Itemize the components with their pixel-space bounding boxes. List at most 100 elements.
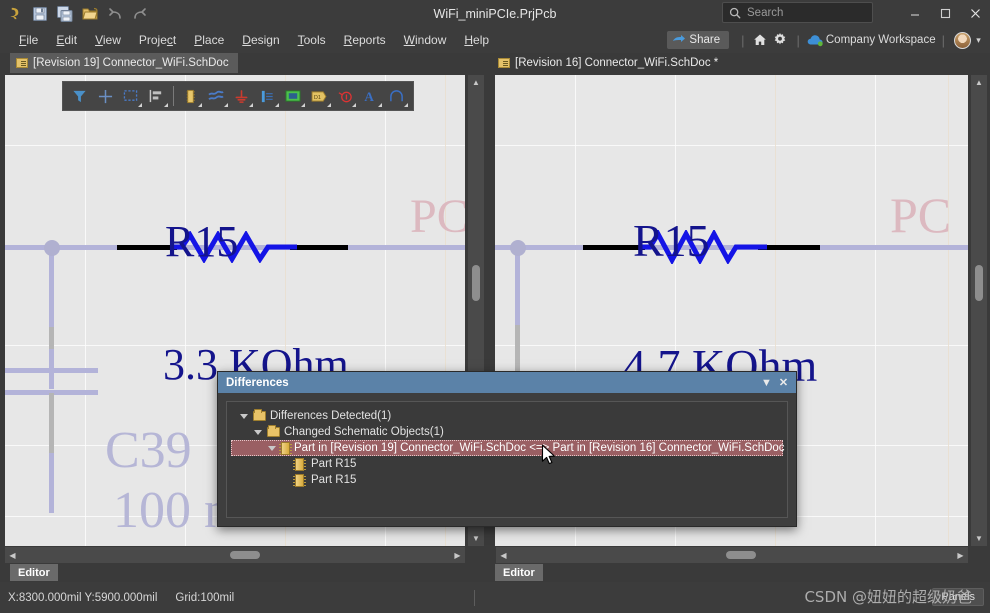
tab-revision-16[interactable]: [Revision 16] Connector_WiFi.SchDoc * [492, 53, 728, 73]
top-right-toolbar: Share | | Company Workspace | ▾ [667, 27, 986, 53]
tree-node-differences-detected[interactable]: Differences Detected(1) [231, 408, 783, 424]
menu-reports[interactable]: Reports [335, 30, 395, 50]
editor-tab-right[interactable]: Editor [495, 564, 543, 581]
scroll-up-button[interactable]: ▲ [468, 75, 484, 90]
minimize-button[interactable] [900, 0, 930, 27]
undo-icon[interactable] [105, 4, 125, 24]
search-input[interactable]: Search [722, 2, 873, 23]
menu-place[interactable]: Place [185, 30, 233, 50]
svg-text:A: A [365, 89, 375, 104]
vertical-scroll-thumb[interactable] [975, 265, 983, 301]
avatar[interactable] [954, 31, 971, 49]
folder-icon [253, 409, 266, 421]
maximize-button[interactable] [930, 0, 960, 27]
place-gnd-power-icon[interactable] [230, 83, 255, 109]
place-arc-icon[interactable] [384, 83, 409, 109]
close-icon[interactable]: ✕ [775, 374, 792, 391]
part-designator-right: R15 [633, 215, 710, 266]
scroll-up-button[interactable]: ▲ [971, 75, 987, 90]
panels-button[interactable]: Panels [932, 588, 984, 606]
schematic-doc-icon [16, 58, 28, 68]
expand-twisty-icon[interactable] [267, 443, 277, 453]
menu-view[interactable]: View [86, 30, 130, 50]
place-part-icon[interactable] [178, 83, 203, 109]
close-button[interactable] [960, 0, 990, 27]
expand-twisty-icon[interactable] [239, 411, 249, 421]
tree-node-label: Part in [Revision 19] Connector_WiFi.Sch… [294, 442, 785, 454]
cloud-icon[interactable] [806, 30, 826, 50]
place-port-icon[interactable] [255, 83, 280, 109]
vertical-scroll-thumb[interactable] [472, 265, 480, 301]
menu-edit[interactable]: Edit [47, 30, 86, 50]
collapse-icon[interactable]: ▼ [758, 374, 775, 391]
tree-node-part-r15-b[interactable]: Part R15 [231, 472, 783, 488]
editor-tab-left[interactable]: Editor [10, 564, 58, 581]
wire-vertical [49, 247, 54, 327]
expand-twisty-icon[interactable] [253, 427, 263, 437]
schematic-toolbar-left: D1 A [62, 81, 414, 111]
divider: | [741, 32, 745, 48]
crosshair-icon[interactable] [93, 83, 118, 109]
scroll-down-button[interactable]: ▼ [971, 531, 987, 546]
scroll-down-button[interactable]: ▼ [468, 531, 484, 546]
differences-dialog-titlebar[interactable]: Differences ▼ ✕ [218, 372, 796, 393]
menu-tools[interactable]: Tools [289, 30, 335, 50]
place-text-icon[interactable]: A [358, 83, 383, 109]
tree-node-changed-schematic-objects[interactable]: Changed Schematic Objects(1) [231, 424, 783, 440]
toolbar-divider [173, 86, 175, 106]
open-project-icon[interactable] [80, 4, 100, 24]
share-button[interactable]: Share [667, 31, 730, 49]
save-icon[interactable] [30, 4, 50, 24]
wire-vertical [515, 247, 520, 325]
place-no-erc-icon[interactable] [333, 83, 358, 109]
filter-icon[interactable] [67, 83, 92, 109]
differences-tree-panel[interactable]: Differences Detected(1) Changed Schemati… [226, 401, 788, 518]
cap-designator-left: C39 [105, 422, 192, 479]
svg-text:D1: D1 [314, 94, 321, 100]
menu-file[interactable]: File [10, 30, 47, 50]
altium-designer-window: WiFi_miniPCIe.PrjPcb Search File Edit Vi… [0, 0, 990, 613]
coordinates-readout: X:8300.000mil Y:5900.000mil [8, 591, 158, 604]
quick-access-toolbar [0, 4, 150, 24]
menu-window[interactable]: Window [395, 30, 456, 50]
divider: | [941, 32, 945, 48]
horizontal-scroll-thumb[interactable] [230, 551, 260, 559]
schematic-doc-icon [498, 58, 510, 68]
cap-value-left: 100 n [113, 482, 230, 539]
save-all-icon[interactable] [55, 4, 75, 24]
place-wire-icon[interactable] [204, 83, 229, 109]
menu-design[interactable]: Design [233, 30, 288, 50]
tab-label: [Revision 19] Connector_WiFi.SchDoc [33, 57, 229, 69]
horizontal-scroll-thumb[interactable] [726, 551, 756, 559]
scroll-left-button[interactable]: ◀ [5, 547, 20, 563]
gear-icon[interactable] [770, 30, 790, 50]
tree-node-part-comparison[interactable]: Part in [Revision 19] Connector_WiFi.Sch… [231, 440, 785, 456]
share-arrow-icon [673, 35, 686, 42]
home-icon[interactable] [750, 30, 770, 50]
menu-project[interactable]: Project [130, 30, 185, 50]
scroll-left-button[interactable]: ◀ [496, 547, 511, 563]
chevron-down-icon[interactable]: ▾ [971, 30, 986, 50]
redo-icon[interactable] [130, 4, 150, 24]
tab-revision-19[interactable]: [Revision 19] Connector_WiFi.SchDoc [10, 53, 238, 73]
horizontal-scrollbar-left[interactable]: ◀ ▶ [5, 547, 465, 563]
differences-dialog-title: Differences [226, 376, 289, 389]
tree-node-label: Changed Schematic Objects(1) [284, 426, 444, 438]
tree-node-part-r15-a[interactable]: Part R15 [231, 456, 783, 472]
cap-plate-top [5, 368, 98, 373]
differences-dialog: Differences ▼ ✕ Differences Detected(1) … [217, 371, 797, 527]
horizontal-scrollbar-right[interactable]: ◀ ▶ [496, 547, 968, 563]
wire-vertical-grey [49, 393, 54, 453]
align-icon[interactable] [144, 83, 169, 109]
place-net-label-icon[interactable]: D1 [307, 83, 332, 109]
scroll-right-button[interactable]: ▶ [450, 547, 465, 563]
net-label-right: PC [890, 187, 952, 243]
scroll-right-button[interactable]: ▶ [953, 547, 968, 563]
select-area-icon[interactable] [119, 83, 144, 109]
menu-help[interactable]: Help [455, 30, 498, 50]
vertical-scrollbar-right[interactable]: ▲ ▼ [971, 75, 987, 546]
place-sheet-symbol-icon[interactable] [281, 83, 306, 109]
title-bar: WiFi_miniPCIe.PrjPcb Search [0, 0, 990, 27]
workspace-label[interactable]: Company Workspace [826, 34, 936, 46]
altium-logo-icon[interactable] [5, 4, 25, 24]
